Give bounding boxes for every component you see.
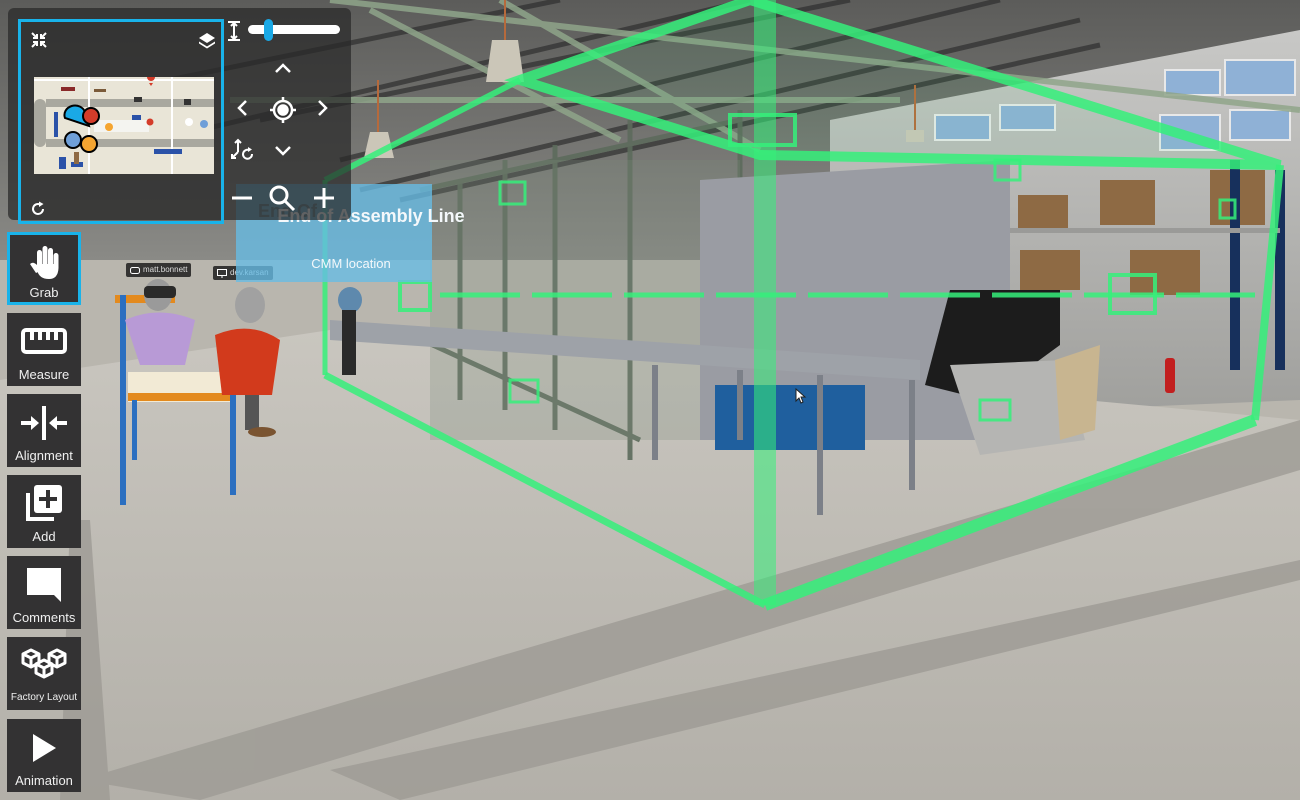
chevron-left-icon[interactable]: [232, 96, 252, 120]
height-icon: [224, 20, 244, 42]
tool-label: Grab: [29, 285, 59, 300]
user-tag-matt-bonnett: matt.bonnett: [126, 263, 192, 277]
collapse-arrows-icon[interactable]: [29, 30, 49, 50]
minimap[interactable]: [18, 19, 224, 224]
monitor-icon: [217, 268, 227, 278]
fence-mesh: [430, 160, 740, 440]
cardboard-panel: [1055, 345, 1100, 440]
user-marker: [82, 107, 100, 125]
ruler-icon: [7, 327, 81, 355]
plus-icon[interactable]: [312, 186, 336, 210]
chevron-up-icon[interactable]: [271, 58, 295, 78]
tool-label: Factory Layout: [10, 692, 78, 703]
tool-factory-layout-button[interactable]: Factory Layout: [7, 637, 81, 710]
alignment-icon: [7, 406, 81, 440]
refresh-icon[interactable]: [27, 198, 49, 220]
mouse-cursor-icon: [795, 388, 807, 404]
location-subtitle: CMM location: [311, 256, 391, 271]
tool-measure-button[interactable]: Measure: [7, 313, 81, 386]
comment-icon: [7, 566, 81, 604]
layers-icon[interactable]: [196, 30, 218, 52]
tool-grab-button[interactable]: Grab: [7, 232, 81, 305]
avatar-matt-bonnett: [125, 279, 195, 365]
cubes-icon: [7, 646, 81, 682]
minimap-user-markers[interactable]: [63, 104, 107, 154]
vr-headset-icon: [130, 266, 140, 274]
tool-comments-button[interactable]: Comments: [7, 556, 81, 629]
crosshair-icon[interactable]: [267, 94, 299, 126]
user-name: matt.bonnett: [143, 265, 188, 274]
tool-alignment-button[interactable]: Alignment: [7, 394, 81, 467]
tool-label: Comments: [12, 610, 76, 625]
add-layers-icon: [7, 483, 81, 523]
tool-add-button[interactable]: Add: [7, 475, 81, 548]
height-slider[interactable]: [248, 19, 340, 41]
tool-label: Add: [32, 529, 56, 544]
user-marker: [80, 135, 98, 153]
tool-label: Animation: [15, 773, 73, 788]
height-slider-thumb[interactable]: [264, 19, 274, 41]
tool-label: Measure: [18, 367, 70, 382]
rotate-axes-icon[interactable]: [228, 136, 258, 164]
hand-icon: [10, 244, 78, 280]
chevron-right-icon[interactable]: [313, 96, 333, 120]
minimap-floorplan[interactable]: [34, 77, 214, 174]
minus-icon[interactable]: [230, 188, 254, 208]
tool-animation-button[interactable]: Animation: [7, 719, 81, 792]
fire-extinguisher: [1165, 358, 1175, 393]
tool-label: Alignment: [15, 448, 73, 463]
magnifier-icon[interactable]: [266, 182, 298, 214]
chevron-down-icon[interactable]: [271, 141, 295, 161]
user-marker: [64, 131, 82, 149]
play-icon: [7, 733, 81, 763]
navigation-panel: [8, 8, 351, 224]
